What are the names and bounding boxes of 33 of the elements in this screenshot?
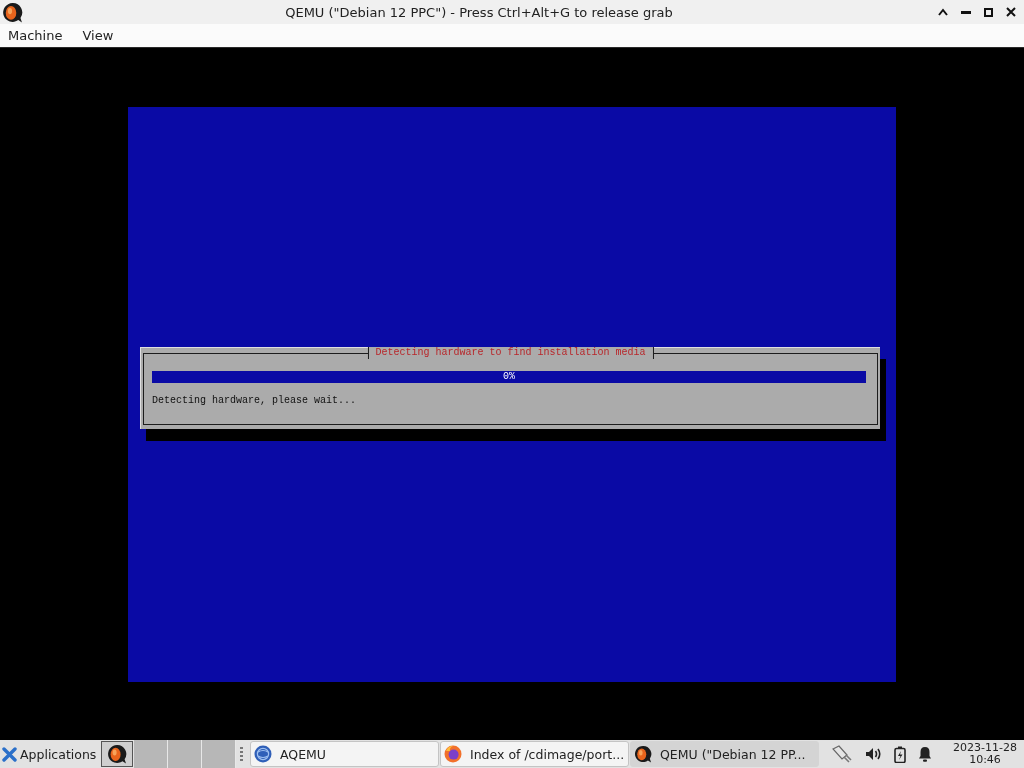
close-icon[interactable] [1006, 7, 1016, 17]
clock-date: 2023-11-28 [953, 742, 1017, 754]
globe-icon [254, 745, 272, 763]
applications-menu-button[interactable]: Applications [0, 741, 101, 767]
status-message: Detecting hardware, please wait... [152, 394, 358, 407]
clock-time: 10:46 [969, 754, 1001, 766]
applications-label: Applications [20, 746, 97, 762]
task-button[interactable]: AQEMU [250, 741, 439, 767]
launcher-button[interactable] [101, 741, 133, 767]
workspace-cell[interactable] [134, 740, 168, 768]
round-logo-icon [444, 745, 462, 763]
maximize-icon[interactable] [984, 7, 993, 17]
qemu-logo-icon [1, 1, 23, 23]
drag-handle-icon[interactable] [240, 746, 243, 762]
dialog-title: Detecting hardware to find installation media [367, 346, 654, 359]
volume-icon[interactable] [865, 747, 882, 761]
clock[interactable]: 2023-11-28 10:46 [950, 742, 1020, 766]
qemu-logo-icon [634, 745, 652, 763]
cable-plug-icon[interactable] [831, 745, 853, 763]
menu-item[interactable]: Machine [2, 26, 69, 45]
bell-icon[interactable] [918, 746, 932, 762]
workspace-cell[interactable] [168, 740, 202, 768]
cross-icon [2, 746, 17, 762]
menu-item[interactable]: View [76, 26, 120, 45]
task-button[interactable]: QEMU ("Debian 12 PP... [630, 741, 819, 767]
qemu-logo-icon [107, 744, 127, 764]
task-button[interactable]: Index of /cdimage/port... [440, 741, 629, 767]
minimize-icon[interactable] [961, 10, 971, 14]
progress-percent: 0% [503, 370, 515, 383]
window-title: QEMU ("Debian 12 PPC") - Press Ctrl+Alt+G to release grab [284, 4, 674, 20]
caret-up-icon[interactable] [938, 8, 948, 16]
workspace-cell[interactable] [202, 740, 236, 768]
battery-icon[interactable] [894, 745, 906, 763]
